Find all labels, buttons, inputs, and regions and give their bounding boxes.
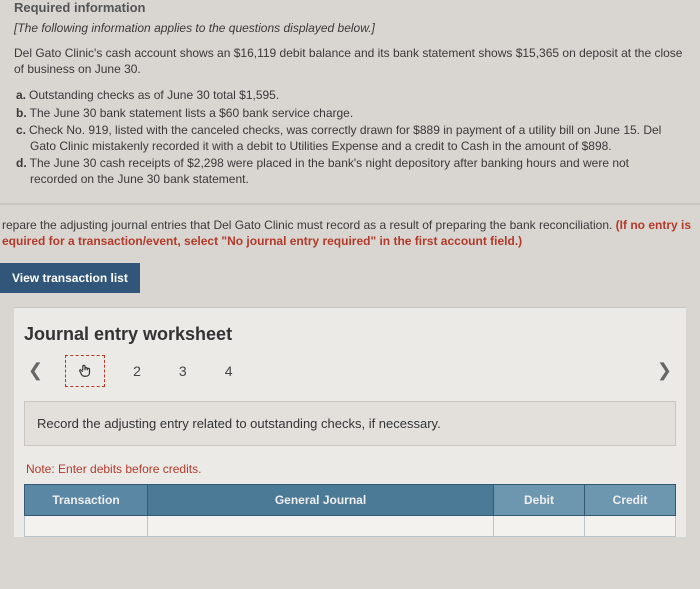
col-general-journal: General Journal bbox=[148, 484, 494, 515]
item-text-cont: recorded on the June 30 bank statement. bbox=[30, 171, 686, 187]
page-4[interactable]: 4 bbox=[215, 359, 243, 383]
cell-credit[interactable] bbox=[585, 515, 676, 536]
col-transaction: Transaction bbox=[25, 484, 148, 515]
item-label: b. bbox=[16, 106, 27, 120]
worksheet-title: Journal entry worksheet bbox=[24, 324, 676, 345]
item-text: The June 30 cash receipts of $2,298 were… bbox=[30, 156, 629, 170]
chevron-left-icon[interactable]: ❮ bbox=[24, 360, 47, 381]
entry-prompt: Record the adjusting entry related to ou… bbox=[24, 401, 676, 446]
item-a: a.Outstanding checks as of June 30 total… bbox=[16, 87, 686, 103]
cell-transaction[interactable] bbox=[25, 515, 148, 536]
item-text: Check No. 919, listed with the canceled … bbox=[29, 123, 661, 137]
item-b: b.The June 30 bank statement lists a $60… bbox=[16, 105, 686, 121]
item-text-cont: Gato Clinic mistakenly recorded it with … bbox=[30, 138, 686, 154]
item-c: c.Check No. 919, listed with the cancele… bbox=[16, 122, 686, 154]
pointer-hand-icon bbox=[76, 362, 94, 380]
scenario-text: Del Gato Clinic's cash account shows an … bbox=[14, 45, 686, 77]
instruction-emph: (If no entry is bbox=[616, 218, 691, 232]
col-debit: Debit bbox=[494, 484, 585, 515]
item-list: a.Outstanding checks as of June 30 total… bbox=[16, 87, 686, 187]
journal-entry-table: Transaction General Journal Debit Credit bbox=[24, 484, 676, 537]
item-d: d.The June 30 cash receipts of $2,298 we… bbox=[16, 155, 686, 187]
item-text: Outstanding checks as of June 30 total $… bbox=[29, 88, 279, 102]
worksheet-pager: ❮ 2 3 4 ❯ bbox=[24, 355, 676, 387]
instruction-text: repare the adjusting journal entries tha… bbox=[2, 218, 616, 232]
section-heading: Required information bbox=[14, 0, 686, 15]
view-transaction-list-button[interactable]: View transaction list bbox=[0, 263, 140, 293]
applies-note: [The following information applies to th… bbox=[14, 21, 686, 35]
table-header-row: Transaction General Journal Debit Credit bbox=[25, 484, 676, 515]
page-3[interactable]: 3 bbox=[169, 359, 197, 383]
instruction-emph-cont: equired for a transaction/event, select … bbox=[2, 234, 522, 248]
cell-debit[interactable] bbox=[494, 515, 585, 536]
col-credit: Credit bbox=[585, 484, 676, 515]
item-label: a. bbox=[16, 88, 26, 102]
instruction-block: repare the adjusting journal entries tha… bbox=[0, 205, 700, 259]
item-text: The June 30 bank statement lists a $60 b… bbox=[30, 106, 354, 120]
debits-before-credits-note: Note: Enter debits before credits. bbox=[26, 462, 676, 476]
table-row[interactable] bbox=[25, 515, 676, 536]
page-2[interactable]: 2 bbox=[123, 359, 151, 383]
chevron-right-icon[interactable]: ❯ bbox=[653, 360, 676, 381]
item-label: d. bbox=[16, 156, 27, 170]
cell-general-journal[interactable] bbox=[148, 515, 494, 536]
item-label: c. bbox=[16, 123, 26, 137]
journal-entry-worksheet: Journal entry worksheet ❮ 2 3 4 ❯ Record… bbox=[14, 307, 686, 537]
page-1-current[interactable] bbox=[65, 355, 105, 387]
